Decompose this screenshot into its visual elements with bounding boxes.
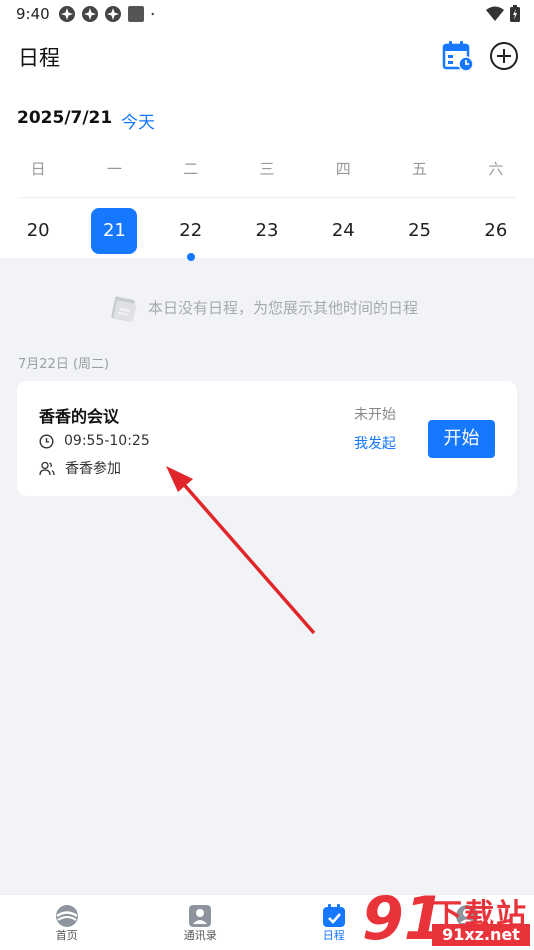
day-cell[interactable]: 24: [320, 208, 366, 254]
meeting-status: 未开始: [354, 407, 396, 423]
weekday-label: 日: [30, 160, 46, 178]
weekday-header: 日 一 二 三 四 五 六: [0, 158, 534, 179]
wifi-icon: [486, 6, 504, 21]
site-watermark: 91 下载站 91xz.net: [362, 888, 534, 950]
watermark-url: 91xz.net: [432, 924, 530, 946]
divider: [18, 197, 516, 198]
weekday-label: 三: [259, 160, 275, 178]
today-button[interactable]: 今天: [121, 108, 155, 133]
notification-icons: [58, 5, 160, 23]
meeting-time: 09:55-10:25: [64, 433, 150, 449]
add-schedule-button[interactable]: [488, 40, 520, 72]
event-dot-indicator: [186, 253, 195, 261]
tab-home[interactable]: 首页: [0, 895, 134, 950]
schedule-icon: [322, 904, 345, 927]
day-cell-with-event[interactable]: 22: [168, 208, 214, 261]
section-date-header: 7月22日 (周二): [18, 357, 110, 372]
tab-label: 通讯录: [183, 929, 217, 942]
status-bar: 9:40: [0, 0, 534, 30]
clock-icon: [39, 433, 54, 449]
empty-note-text: 本日没有日程，为您展示其他时间的日程: [148, 298, 419, 317]
tab-label: 首页: [55, 929, 78, 942]
contacts-icon: [189, 905, 212, 927]
calendar-clock-icon: [442, 41, 474, 72]
day-cell[interactable]: 25: [397, 208, 443, 254]
more-dot-icon: [151, 12, 154, 16]
day-cell-selected[interactable]: 21: [91, 208, 138, 254]
meeting-attendees: 香香参加: [65, 461, 121, 477]
home-icon: [55, 905, 78, 927]
battery-icon: [510, 5, 520, 22]
plus-circle-icon: [490, 42, 518, 70]
week-days: 20 21 22 23 24 25 26: [0, 208, 534, 261]
start-meeting-button[interactable]: 开始: [428, 420, 495, 458]
people-icon: [39, 461, 55, 475]
day-cell[interactable]: 26: [473, 208, 519, 254]
weekday-label: 五: [412, 160, 428, 178]
tab-contacts[interactable]: 通讯录: [134, 895, 268, 950]
calendar-view-button[interactable]: [442, 40, 474, 72]
weekday-label: 六: [488, 160, 504, 178]
square-notification-icon: [128, 6, 144, 22]
system-icons: [486, 5, 520, 22]
app-notification-icon: [82, 6, 98, 22]
app-notification-icon: [105, 6, 121, 22]
day-cell[interactable]: 23: [244, 208, 290, 254]
meeting-card[interactable]: 香香的会议 09:55-10:25 香香参加 未开始 我发起 开始: [17, 381, 517, 496]
meeting-title: 香香的会议: [39, 407, 120, 426]
status-time: 9:40: [16, 5, 50, 23]
meeting-attendees-row: 香香参加: [39, 458, 121, 478]
app-notification-icon: [59, 6, 75, 22]
meeting-time-row: 09:55-10:25: [39, 433, 150, 449]
empty-calendar-icon: [111, 296, 137, 322]
day-cell[interactable]: 20: [15, 208, 61, 254]
schedule-header: 日程 2025/7/21 今天 日 一 二 三 四 五 六 20 21 22 2…: [0, 30, 534, 261]
day-number: 22: [179, 220, 203, 241]
empty-schedule-note: 本日没有日程，为您展示其他时间的日程: [110, 292, 418, 322]
weekday-label: 一: [106, 160, 122, 178]
meeting-organizer: 我发起: [354, 436, 396, 452]
page-title: 日程: [18, 46, 60, 70]
weekday-label: 二: [183, 160, 199, 178]
current-date: 2025/7/21: [17, 108, 113, 128]
weekday-label: 四: [335, 160, 351, 178]
